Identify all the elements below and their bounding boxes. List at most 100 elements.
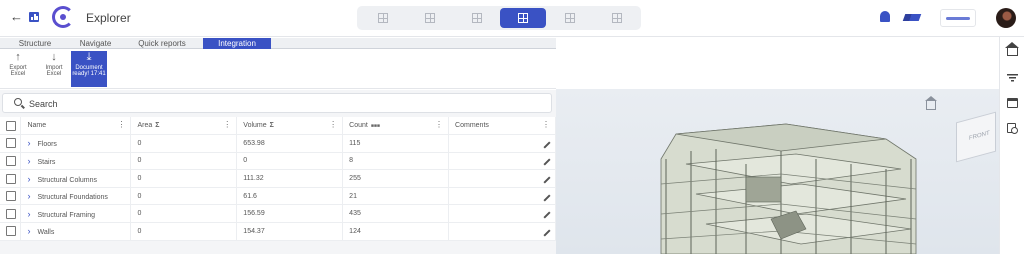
comments-cell[interactable] <box>448 134 556 153</box>
count-cell: 435 <box>342 204 450 224</box>
chevron-right-icon[interactable]: › <box>27 226 30 236</box>
company-logo[interactable] <box>940 9 976 27</box>
column-header-volume[interactable]: Volume Σ ⋮ <box>236 117 344 136</box>
row-checkbox[interactable] <box>6 208 16 219</box>
document-ready-button[interactable]: ⤓ Document ready! 17:41 <box>71 51 107 87</box>
column-menu-icon[interactable]: ⋮ <box>223 120 231 129</box>
chevron-right-icon[interactable]: › <box>27 174 30 184</box>
document-search-icon[interactable] <box>1007 123 1018 134</box>
view-table-button[interactable] <box>360 8 406 28</box>
chevron-right-icon[interactable]: › <box>27 209 30 219</box>
row-checkbox[interactable] <box>6 226 16 237</box>
pencil-icon[interactable] <box>543 229 551 237</box>
comments-cell[interactable] <box>448 169 556 188</box>
split-doc-icon <box>612 13 622 23</box>
count-cell: 115 <box>342 134 450 153</box>
column-header-area[interactable]: Area Σ ⋮ <box>130 117 238 136</box>
row-checkbox[interactable] <box>6 173 16 184</box>
volume-cell: 0 <box>236 152 344 171</box>
model-viewer-3d[interactable]: FRONT <box>556 89 999 254</box>
volume-cell: 156.59 <box>236 204 344 224</box>
column-header-name[interactable]: Name ⋮ <box>20 117 132 136</box>
select-all-checkbox[interactable] <box>6 120 16 131</box>
volume-cell: 653.98 <box>236 134 344 153</box>
data-panel: Search Name ⋮ Area Σ ⋮ Volume Σ ⋮ Count ■■■ ⋮ C… <box>0 90 556 254</box>
pencil-icon[interactable] <box>543 194 551 202</box>
column-menu-icon[interactable]: ⋮ <box>329 120 337 129</box>
column-header-count[interactable]: Count ■■■ ⋮ <box>342 117 450 136</box>
count-cell: 124 <box>342 222 450 241</box>
table-row[interactable]: › Structural Framing 0 156.59 435 <box>0 204 556 224</box>
view-split-focus-button[interactable] <box>547 8 593 28</box>
column-header-comments[interactable]: Comments ⋮ <box>448 117 556 136</box>
volume-cell: 111.32 <box>236 169 344 188</box>
comments-cell[interactable] <box>448 187 556 206</box>
chevron-right-icon[interactable]: › <box>27 191 30 201</box>
row-checkbox[interactable] <box>6 138 16 149</box>
bar-chart-icon[interactable] <box>29 12 39 22</box>
view-split-doc-button[interactable] <box>594 8 640 28</box>
export-excel-button[interactable]: ↑ Export Excel <box>0 51 36 87</box>
pencil-icon[interactable] <box>543 176 551 184</box>
view-focus-button[interactable] <box>407 8 453 28</box>
view-split-table-3d-button[interactable] <box>500 8 546 28</box>
building-icon[interactable] <box>1005 42 1019 56</box>
area-cell: 0 <box>130 222 238 241</box>
download-arrow-icon: ↓ <box>51 51 57 63</box>
table-row[interactable]: › Walls 0 154.37 124 <box>0 222 556 241</box>
right-tool-bar <box>999 37 1024 254</box>
search-input[interactable]: Search <box>2 93 552 113</box>
comments-cell[interactable] <box>448 152 556 171</box>
comments-cell[interactable] <box>448 222 556 241</box>
tab-quick-reports[interactable]: Quick reports <box>121 38 203 49</box>
pencil-icon[interactable] <box>543 158 551 167</box>
back-arrow-icon[interactable]: ← <box>10 10 23 23</box>
row-select-cell <box>0 204 22 224</box>
row-select-cell <box>0 152 22 171</box>
tab-integration[interactable]: Integration <box>203 38 271 49</box>
pencil-icon[interactable] <box>543 211 551 219</box>
app-logo-icon <box>52 6 74 28</box>
count-cell: 21 <box>342 187 450 206</box>
building-model[interactable] <box>556 89 999 254</box>
home-view-icon[interactable] <box>925 96 937 110</box>
table-header-row: Name ⋮ Area Σ ⋮ Volume Σ ⋮ Count ■■■ ⋮ Comments… <box>0 117 556 136</box>
pencil-icon[interactable] <box>543 141 551 149</box>
table-row[interactable]: › Floors 0 653.98 115 <box>0 134 556 153</box>
search-icon <box>14 98 22 106</box>
area-cell: 0 <box>130 169 238 188</box>
tab-navigate[interactable]: Navigate <box>70 38 121 49</box>
column-menu-icon[interactable]: ⋮ <box>435 120 443 129</box>
table-row[interactable]: › Stairs 0 0 8 <box>0 152 556 171</box>
results-table: Name ⋮ Area Σ ⋮ Volume Σ ⋮ Count ■■■ ⋮ Comments… <box>0 117 556 241</box>
ribbon-toolbar: ↑ Export Excel ↓ Import Excel ⤓ Document… <box>0 50 556 89</box>
column-menu-icon[interactable]: ⋮ <box>117 120 125 129</box>
row-checkbox[interactable] <box>6 191 16 202</box>
count-cell: 8 <box>342 152 450 171</box>
comments-cell[interactable] <box>448 204 556 224</box>
focus-frame-icon <box>425 13 435 23</box>
row-select-cell <box>0 169 22 188</box>
table-row[interactable]: › Structural Foundations 0 61.6 21 <box>0 187 556 206</box>
model-icon <box>472 13 482 23</box>
sum-icon: Σ <box>155 122 160 130</box>
column-menu-icon[interactable]: ⋮ <box>542 120 550 129</box>
avatar[interactable] <box>996 8 1016 28</box>
row-select-cell <box>0 187 22 206</box>
filter-icon[interactable] <box>1007 74 1018 82</box>
table-row[interactable]: › Structural Columns 0 111.32 255 <box>0 169 556 188</box>
search-placeholder: Search <box>29 99 58 109</box>
grid-icon <box>378 13 388 23</box>
view-3d-button[interactable] <box>454 8 500 28</box>
import-excel-button[interactable]: ↓ Import Excel <box>36 51 72 87</box>
chevron-right-icon[interactable]: › <box>27 156 30 166</box>
bim-logo-icon[interactable] <box>902 14 922 21</box>
bell-icon[interactable] <box>880 11 890 22</box>
name-cell: › Walls <box>20 222 132 241</box>
tab-structure[interactable]: Structure <box>0 38 70 49</box>
chevron-right-icon[interactable]: › <box>27 138 30 148</box>
ribbon-tabs: Structure Navigate Quick reports Integra… <box>0 38 556 49</box>
area-cell: 0 <box>130 204 238 224</box>
row-checkbox[interactable] <box>6 155 16 166</box>
calendar-icon[interactable] <box>1007 98 1018 108</box>
